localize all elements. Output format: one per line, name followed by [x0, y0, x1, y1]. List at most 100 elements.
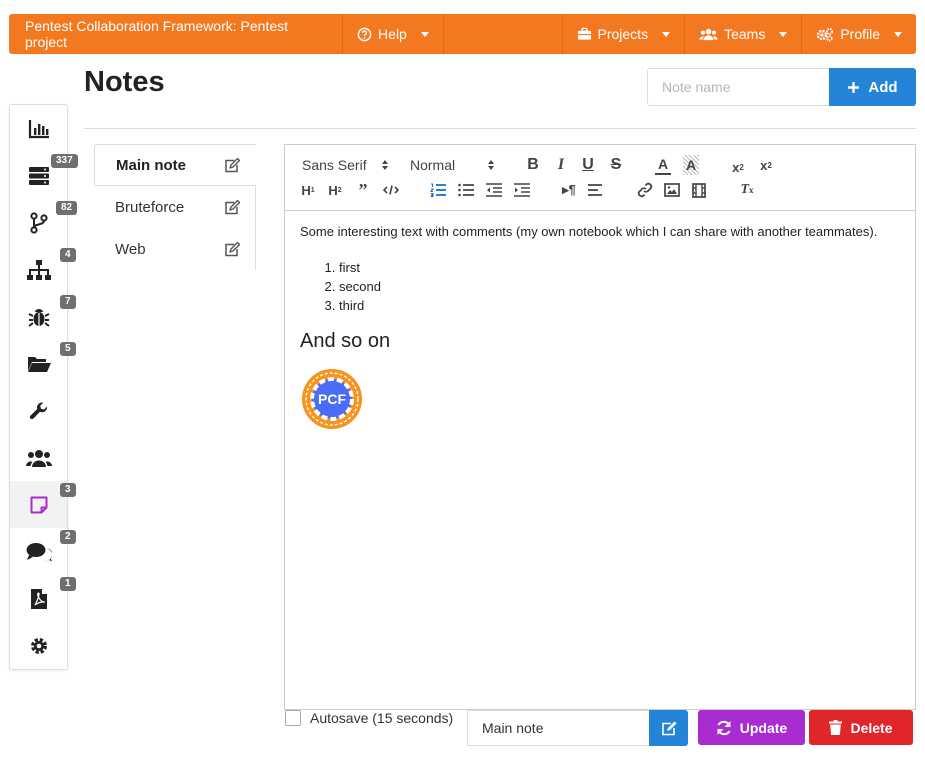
note-title: Main note [116, 156, 186, 174]
code-icon[interactable] [382, 181, 400, 199]
align-icon[interactable] [588, 181, 604, 199]
chats-badge: 2 [60, 530, 76, 544]
edit-icon[interactable] [224, 199, 240, 215]
sticky-note-icon [30, 496, 47, 513]
font-family-select[interactable]: Sans Serif [302, 157, 389, 173]
list-item-note[interactable]: Bruteforce [94, 186, 256, 228]
ports-badge: 82 [56, 201, 78, 215]
update-button[interactable]: Update [698, 710, 805, 745]
rename-button[interactable] [649, 710, 688, 746]
list-item-note[interactable]: Web [94, 228, 256, 270]
blockquote-icon[interactable]: ” [355, 180, 371, 200]
topbar-gap [444, 14, 562, 54]
underline-icon[interactable]: U [580, 155, 596, 175]
delete-button[interactable]: Delete [809, 710, 913, 745]
autosave-toggle[interactable]: Autosave (15 seconds) [285, 710, 453, 726]
notes-list: Main note Bruteforce Web [94, 144, 256, 270]
ordered-list-icon[interactable] [430, 181, 446, 199]
editor-toolbar: Sans Serif Normal B I U S A A x2 x2 H1 H… [285, 145, 915, 211]
delete-label: Delete [850, 719, 893, 736]
header2-icon[interactable]: H2 [326, 181, 344, 199]
text-color-icon[interactable]: A [655, 155, 671, 175]
teams-menu[interactable]: Teams [684, 14, 801, 54]
outdent-icon[interactable] [486, 181, 502, 199]
list-item: first [339, 258, 900, 277]
sidebar-item-reports[interactable]: 1 [10, 575, 76, 622]
align-glyph [588, 184, 602, 196]
chevron-down-icon [779, 31, 788, 37]
help-menu[interactable]: Help [343, 14, 444, 54]
ordered-list-glyph [430, 183, 446, 197]
reports-badge: 1 [60, 577, 76, 591]
superscript-icon[interactable]: x2 [757, 155, 775, 175]
projects-menu[interactable]: Projects [561, 14, 685, 54]
video-icon[interactable] [691, 181, 707, 199]
sidebar-item-hosts[interactable]: 337 [10, 152, 78, 199]
bold-icon[interactable]: B [525, 155, 541, 175]
sidebar-item-notes[interactable]: 3 [10, 481, 76, 528]
link-icon[interactable] [636, 181, 654, 199]
sidebar-item-files[interactable]: 5 [10, 340, 76, 387]
bullet-list-icon[interactable] [458, 181, 474, 199]
brand-label: Pentest Collaboration Framework: Pentest… [25, 18, 289, 50]
bullet-list-glyph [458, 183, 474, 197]
question-circle-icon [357, 27, 372, 41]
profile-menu[interactable]: Profile [801, 14, 916, 54]
strikethrough-icon[interactable]: S [608, 155, 624, 175]
indent-icon[interactable] [514, 181, 530, 199]
edit-icon[interactable] [224, 241, 240, 257]
list-item-note[interactable]: Main note [94, 144, 256, 186]
note-title: Web [115, 240, 146, 258]
trash-icon [829, 720, 843, 735]
users-icon [699, 28, 718, 40]
link-glyph [637, 182, 653, 198]
pdf-file-icon [30, 588, 47, 609]
add-note-button[interactable]: Add [829, 68, 916, 106]
note-title: Bruteforce [115, 198, 185, 216]
editor-content[interactable]: Some interesting text with comments (my … [285, 211, 915, 443]
server-icon [28, 166, 49, 185]
sidebar-item-team[interactable] [10, 434, 67, 481]
issues-badge: 7 [60, 295, 76, 309]
background-color-icon[interactable]: A [683, 155, 699, 175]
italic-icon[interactable]: I [553, 155, 569, 175]
profile-label: Profile [840, 26, 880, 42]
sync-icon [717, 720, 731, 735]
teams-label: Teams [724, 26, 766, 42]
chart-icon [28, 119, 49, 138]
list-item: third [339, 296, 900, 315]
note-name-input[interactable] [647, 68, 830, 106]
network-icon [26, 259, 51, 280]
brand-link[interactable]: Pentest Collaboration Framework: Pentest… [9, 14, 344, 54]
edit-icon[interactable] [224, 157, 240, 173]
sidebar: 337 82 4 7 5 3 2 1 [9, 104, 78, 670]
plus-icon [848, 81, 860, 93]
users-icon [25, 449, 52, 467]
code-glyph [383, 185, 399, 195]
clear-format-icon[interactable]: Tx [738, 181, 756, 199]
sidebar-item-network[interactable]: 4 [10, 246, 76, 293]
text-direction-icon[interactable]: ▸¶ [561, 181, 577, 199]
autosave-checkbox[interactable] [285, 710, 301, 726]
font-size-value: Normal [410, 157, 456, 173]
briefcase-icon [577, 27, 591, 40]
sidebar-item-issues[interactable]: 7 [10, 293, 76, 340]
cogs-icon [817, 27, 834, 42]
chevron-down-icon [894, 31, 902, 37]
sidebar-item-dashboard[interactable] [10, 105, 67, 152]
bug-icon [27, 308, 50, 327]
list-item: second [339, 277, 900, 296]
sidebar-item-tools[interactable] [10, 387, 67, 434]
hosts-badge: 337 [51, 154, 78, 168]
subscript-icon[interactable]: x2 [729, 157, 747, 177]
header1-icon[interactable]: H1 [299, 181, 317, 199]
page-title: Notes [84, 66, 165, 98]
sidebar-item-settings[interactable] [10, 622, 67, 669]
update-label: Update [739, 719, 788, 736]
pcf-logo-text: PCF [318, 391, 346, 407]
image-icon[interactable] [664, 181, 680, 199]
font-size-select[interactable]: Normal [410, 157, 495, 173]
note-title-field[interactable] [467, 710, 650, 746]
sidebar-item-chats[interactable]: 2 [10, 528, 76, 575]
sidebar-item-ports[interactable]: 82 [10, 199, 78, 246]
